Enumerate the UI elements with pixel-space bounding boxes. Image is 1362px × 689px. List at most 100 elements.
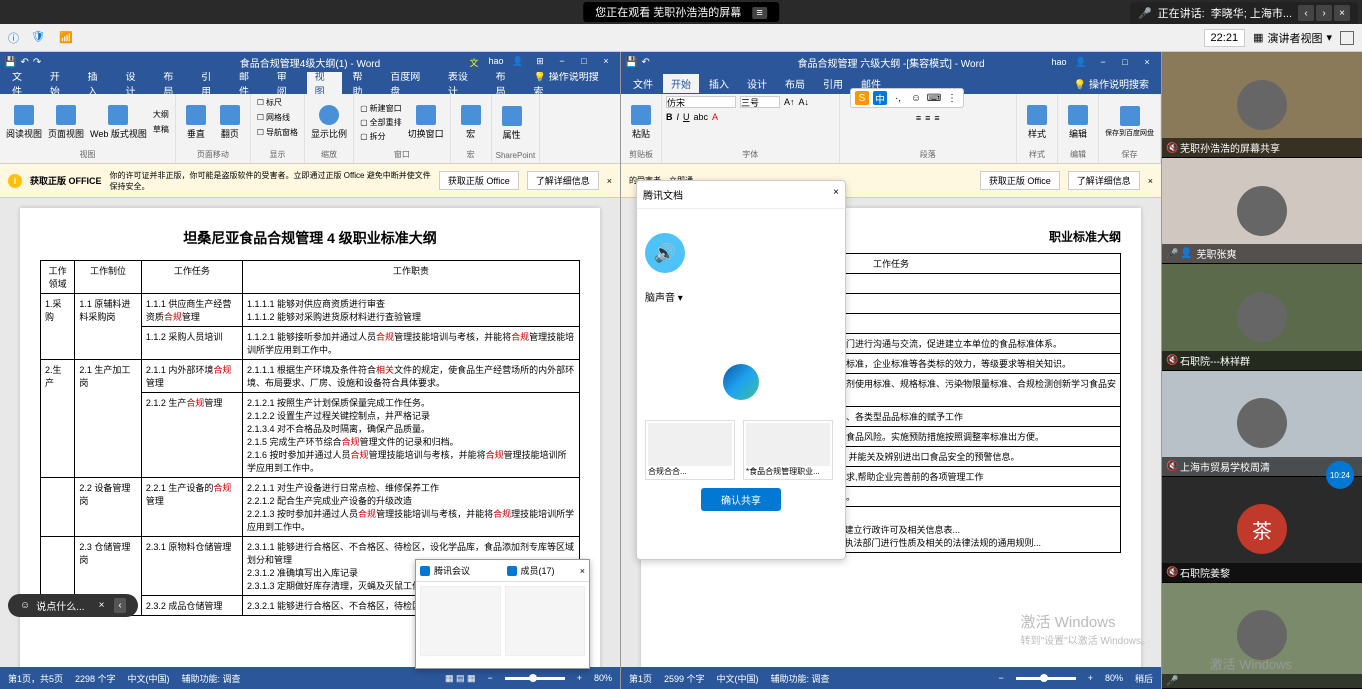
prev-speaker-icon[interactable]: ‹ <box>1298 5 1314 21</box>
tab-布局[interactable]: 布局 <box>777 74 813 93</box>
undo-icon[interactable]: ↶ <box>641 57 649 68</box>
vertical-button[interactable]: 垂直 <box>180 103 212 142</box>
learn-more-button[interactable]: 了解详细信息 <box>1068 171 1140 190</box>
get-office-button[interactable]: 获取正版 Office <box>439 171 519 190</box>
tab-插入[interactable]: 插入 <box>701 74 737 93</box>
tab-开始[interactable]: 开始 <box>663 74 699 93</box>
maximize-icon[interactable]: □ <box>1115 57 1135 68</box>
language-indicator[interactable]: 中文(中国) <box>717 672 759 685</box>
tab-设计[interactable]: 设计 <box>739 74 775 93</box>
tab-引用[interactable]: 引用 <box>815 74 851 93</box>
font-shrink-icon[interactable]: A↓ <box>799 97 810 107</box>
newwin-button[interactable]: ▢ 新建窗口 <box>358 102 404 115</box>
participant-tile[interactable]: 🔇芜职孙浩浩的屏幕共享 <box>1162 52 1362 158</box>
close-icon[interactable]: × <box>596 56 616 69</box>
align-left-icon[interactable]: ≡ <box>916 113 921 123</box>
close-warning-icon[interactable]: × <box>607 176 612 186</box>
zoom-slider[interactable] <box>505 677 565 680</box>
edit-button[interactable]: 编辑 <box>1062 103 1094 142</box>
account-icon[interactable]: 👤 <box>1071 57 1091 68</box>
italic-icon[interactable]: I <box>677 112 680 122</box>
ime-more-icon[interactable]: ⋮ <box>945 91 959 105</box>
participant-tile[interactable]: 🔇石职院---林祥群 <box>1162 264 1362 370</box>
outline-button[interactable]: 大纲 <box>151 108 171 121</box>
split-button[interactable]: ▢ 拆分 <box>358 130 404 143</box>
ime-punct-icon[interactable]: ·, <box>891 91 905 105</box>
close-icon[interactable]: × <box>1137 57 1157 68</box>
account-icon[interactable]: 👤 <box>508 56 528 69</box>
ime-logo-icon[interactable]: S <box>855 91 869 105</box>
page-indicator[interactable]: 第1页 <box>629 672 652 685</box>
view-icons[interactable]: ▦ ▤ ▦ <box>445 673 476 684</box>
close-icon[interactable]: × <box>1334 5 1350 21</box>
redo-icon[interactable]: ↷ <box>33 57 41 68</box>
bold-icon[interactable]: B <box>666 112 673 122</box>
dialog-tab[interactable]: 腾讯文档 <box>643 187 683 202</box>
macro-button[interactable]: 宏 <box>455 103 487 142</box>
zoom-slider[interactable] <box>1016 677 1076 680</box>
close-icon[interactable]: × <box>580 566 585 576</box>
minimize-icon[interactable]: − <box>1093 57 1113 68</box>
accessibility-indicator[interactable]: 辅助功能: 调查 <box>182 672 241 685</box>
save-baidu-button[interactable]: 保存到百度网盘 <box>1103 104 1156 140</box>
switch-window-button[interactable]: 切换窗口 <box>406 103 446 142</box>
word-count[interactable]: 2599 个字 <box>664 672 705 685</box>
preview-thumb-2[interactable] <box>505 586 586 656</box>
minimize-icon[interactable]: − <box>552 56 572 69</box>
ribbon-options-icon[interactable]: ⊞ <box>530 56 550 69</box>
grid-checkbox[interactable]: ☐ 网格线 <box>255 111 292 124</box>
chat-input-bar[interactable]: ☺ 说点什么... × ‹ <box>8 594 138 617</box>
nav-checkbox[interactable]: ☐ 导航窗格 <box>255 126 300 139</box>
close-icon[interactable]: × <box>833 187 839 202</box>
ime-lang-icon[interactable]: 中 <box>873 91 887 105</box>
language-indicator[interactable]: 中文(中国) <box>128 672 170 685</box>
web-view-button[interactable]: Web 版式视图 <box>88 103 149 142</box>
view-mode-button[interactable]: ▦ 演讲者视图 ▾ <box>1253 30 1332 46</box>
get-office-button[interactable]: 获取正版 Office <box>980 171 1060 190</box>
user-icon[interactable]: hao <box>1049 57 1069 68</box>
undo-icon[interactable]: ↶ <box>20 57 28 68</box>
zoom-button[interactable]: 显示比例 <box>309 103 349 142</box>
chevron-left-icon[interactable]: ‹ <box>114 598 125 613</box>
info-icon[interactable]: ⓘ <box>8 30 19 46</box>
share-thumb-2[interactable]: *食品合规管理职业... <box>743 420 833 480</box>
zoom-level[interactable]: 80% <box>594 673 612 683</box>
read-view-button[interactable]: 阅读视图 <box>4 103 44 142</box>
preview-thumb-1[interactable] <box>420 586 501 656</box>
pageflip-button[interactable]: 翻页 <box>214 103 246 142</box>
paste-button[interactable]: 粘贴 <box>625 103 657 142</box>
shield-icon[interactable]: 🛡 <box>31 30 47 46</box>
ime-keyboard-icon[interactable]: ⌨ <box>927 91 941 105</box>
styles-button[interactable]: 样式 <box>1021 103 1053 142</box>
edge-icon[interactable] <box>723 364 759 400</box>
participant-tile[interactable]: 🎤 <box>1162 583 1362 689</box>
word-count[interactable]: 2298 个字 <box>75 672 116 685</box>
align-right-icon[interactable]: ≡ <box>934 113 939 123</box>
page-indicator[interactable]: 第1页，共5页 <box>8 672 63 685</box>
accessibility-indicator[interactable]: 辅助功能: 调查 <box>771 672 830 685</box>
chat-close-icon[interactable]: × <box>99 600 105 611</box>
close-warning-icon[interactable]: × <box>1148 176 1153 186</box>
page-view-button[interactable]: 页面视图 <box>46 103 86 142</box>
user-icon[interactable]: 文 <box>464 56 484 69</box>
signal-icon[interactable]: 📶 <box>59 31 73 44</box>
preview-tab-members[interactable]: 成员(17)× <box>503 560 590 581</box>
underline-icon[interactable]: U <box>683 112 690 122</box>
share-thumb-1[interactable]: 合规合合... <box>645 420 735 480</box>
font-color-icon[interactable]: A <box>712 112 718 122</box>
learn-more-button[interactable]: 了解详细信息 <box>527 171 599 190</box>
align-center-icon[interactable]: ≡ <box>925 113 930 123</box>
topbar-menu-icon[interactable]: ≡ <box>752 7 766 19</box>
zoom-level[interactable]: 80% <box>1105 673 1123 683</box>
save-icon[interactable]: 💾 <box>625 57 637 68</box>
font-grow-icon[interactable]: A↑ <box>784 97 795 107</box>
strike-icon[interactable]: abc <box>694 112 709 122</box>
ime-toolbar[interactable]: S 中 ·, ☺ ⌨ ⋮ <box>850 88 964 108</box>
draft-button[interactable]: 草稿 <box>151 123 171 136</box>
participant-tile[interactable]: 🔇上海市贸易学校周清 <box>1162 371 1362 477</box>
participant-tile[interactable]: 茶🔇石职院姜黎 <box>1162 477 1362 583</box>
arrange-button[interactable]: ▢ 全部重排 <box>358 116 404 129</box>
save-icon[interactable]: 💾 <box>4 57 16 68</box>
user2-icon[interactable]: hao <box>486 56 506 69</box>
next-speaker-icon[interactable]: › <box>1316 5 1332 21</box>
